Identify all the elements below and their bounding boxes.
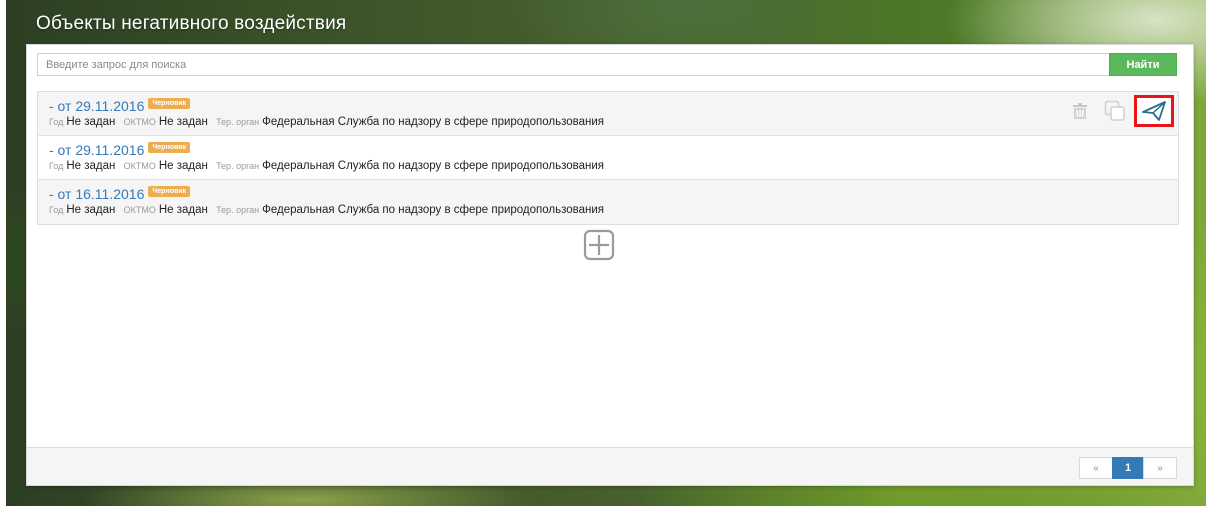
objects-list: - от 29.11.2016 Черновик Год Не задан ОКТ…: [37, 91, 1179, 225]
item-title-link[interactable]: - от 16.11.2016: [49, 186, 144, 202]
copy-icon[interactable]: [1104, 100, 1126, 122]
search-bar: Найти: [37, 53, 1177, 76]
item-meta: Год Не задан ОКТМО Не задан Тер. орган Феде…: [49, 160, 1178, 172]
search-button[interactable]: Найти: [1109, 53, 1177, 76]
search-input[interactable]: [37, 53, 1109, 76]
year-value: Не задан: [66, 204, 116, 216]
year-label: Год: [49, 161, 64, 171]
item-title-link[interactable]: - от 29.11.2016: [49, 142, 144, 158]
list-item[interactable]: - от 29.11.2016 Черновик Год Не задан ОКТ…: [38, 92, 1178, 136]
status-badge: Черновик: [148, 185, 191, 197]
oktmo-value: Не задан: [158, 116, 208, 128]
oktmo-label: ОКТМО: [123, 161, 156, 171]
organ-label: Тер. орган: [216, 205, 260, 215]
organ-label: Тер. орган: [216, 117, 260, 127]
year-label: Год: [49, 205, 64, 215]
item-meta: Год Не задан ОКТМО Не задан Тер. орган Феде…: [49, 204, 1178, 216]
oktmo-label: ОКТМО: [123, 117, 156, 127]
trash-icon[interactable]: [1070, 101, 1090, 121]
list-item[interactable]: - от 29.11.2016 Черновик Год Не задан ОКТ…: [38, 136, 1178, 180]
list-item[interactable]: - от 16.11.2016 Черновик Год Не задан ОКТ…: [38, 180, 1178, 224]
pagination-page-current[interactable]: 1: [1112, 457, 1144, 479]
year-value: Не задан: [66, 116, 116, 128]
item-title-link[interactable]: - от 29.11.2016: [49, 98, 144, 114]
item-meta: Год Не задан ОКТМО Не задан Тер. орган Феде…: [49, 116, 1178, 128]
status-badge: Черновик: [148, 141, 191, 153]
oktmo-value: Не задан: [158, 160, 208, 172]
item-actions: [1070, 95, 1174, 127]
panel-footer: « 1 »: [27, 447, 1193, 485]
oktmo-value: Не задан: [158, 204, 208, 216]
year-label: Год: [49, 117, 64, 127]
main-panel: Найти - от 29.11.2016 Черновик ГодНе зад…: [26, 44, 1194, 486]
pagination: « 1 »: [1079, 457, 1177, 479]
status-badge: Черновик: [148, 97, 191, 109]
send-button[interactable]: [1134, 95, 1174, 127]
organ-label: Тер. орган: [216, 161, 260, 171]
page-title: Объекты негативного воздействия: [36, 13, 347, 34]
organ-value: Федеральная Служба по надзору в сфере пр…: [262, 160, 605, 172]
plus-square-icon[interactable]: [583, 229, 615, 261]
organ-value: Федеральная Служба по надзору в сфере пр…: [262, 204, 605, 216]
organ-value: Федеральная Служба по надзору в сфере пр…: [262, 116, 605, 128]
oktmo-label: ОКТМО: [123, 205, 156, 215]
paper-plane-icon: [1142, 101, 1166, 121]
pagination-next[interactable]: »: [1143, 457, 1177, 479]
year-value: Не задан: [66, 160, 116, 172]
pagination-prev[interactable]: «: [1079, 457, 1113, 479]
